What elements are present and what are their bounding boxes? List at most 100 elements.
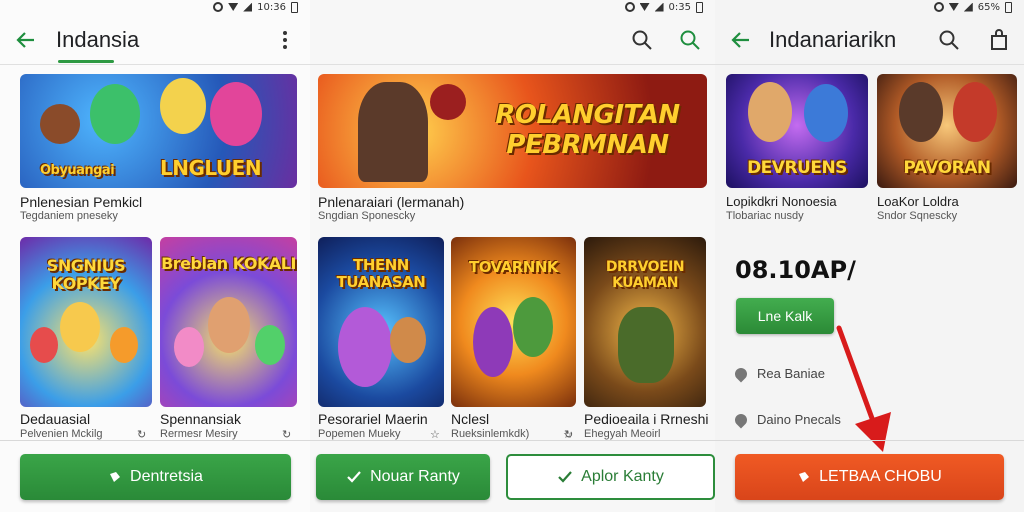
status-time: 0:35 bbox=[668, 1, 691, 13]
status-time: 10:36 bbox=[257, 1, 286, 13]
wifi-icon bbox=[228, 3, 239, 11]
panel-indansia: 10:36 Indansia Obyuangai LNGLUEN Pnlenes… bbox=[0, 0, 310, 512]
game-thumbnail: THENN TUANASAN bbox=[318, 237, 444, 407]
featured-game-card[interactable]: ROLANGITAN PEBRMNAN Pnlenaraiari (lerman… bbox=[318, 74, 707, 224]
status-bar: 65% bbox=[933, 0, 1012, 14]
game-subcaption: Ehegyah Meoirl bbox=[584, 428, 661, 440]
game-banner: Breblan KOKALI bbox=[161, 254, 296, 273]
app-bar: Indanariarikn bbox=[715, 16, 1024, 64]
app-bar: Indansia bbox=[0, 16, 310, 64]
game-card[interactable]: TOVARNNK Nclesl Rueksinlemkdk) ☆ bbox=[451, 237, 576, 442]
game-banner: DRRVOEIN KUAMAN bbox=[605, 259, 685, 291]
wifi-icon bbox=[639, 3, 650, 11]
battery-icon bbox=[1005, 1, 1012, 13]
divider bbox=[310, 64, 715, 65]
shopping-bag-icon[interactable] bbox=[986, 27, 1012, 53]
aplor-kanty-button[interactable]: Aplor Kanty bbox=[506, 454, 715, 500]
check-icon bbox=[558, 471, 572, 483]
game-caption: Spennansiak bbox=[160, 411, 241, 427]
page-title: Indansia bbox=[56, 27, 140, 52]
game-card[interactable]: DRRVOEIN KUAMAN Pedioeaila i Rrneshi Ehe… bbox=[584, 237, 709, 442]
divider bbox=[0, 440, 310, 441]
check-icon bbox=[347, 471, 361, 483]
tab-indicator bbox=[58, 60, 114, 63]
signal-icon bbox=[963, 2, 973, 12]
game-caption: LoaKor Loldra bbox=[877, 194, 959, 209]
signal-icon bbox=[654, 2, 664, 12]
alarm-icon bbox=[213, 2, 224, 12]
game-banner: PAVORAN bbox=[903, 158, 991, 178]
game-subcaption: Rermesr Mesiry bbox=[160, 428, 238, 440]
letbaa-chobu-label: LETBAA CHOBU bbox=[819, 468, 942, 485]
panel-indanariarikn: 65% Indanariarikn DEVRUENS Lopikdkri Non… bbox=[715, 0, 1024, 512]
status-bar: 0:35 bbox=[624, 0, 703, 14]
app-bar bbox=[310, 16, 715, 64]
game-thumbnail: PAVORAN bbox=[877, 74, 1017, 188]
time-display: 08.10AP/ bbox=[735, 256, 856, 284]
back-arrow-icon[interactable] bbox=[14, 28, 38, 52]
aplor-kanty-label: Aplor Kanty bbox=[581, 468, 664, 485]
dentretsia-button-label: Dentretsia bbox=[130, 468, 203, 485]
game-thumbnail: DRRVOEIN KUAMAN bbox=[584, 237, 706, 407]
featured-banner: LNGLUEN bbox=[160, 156, 262, 180]
battery-icon bbox=[291, 1, 298, 13]
search-icon[interactable] bbox=[677, 27, 703, 53]
featured-caption: Pnlenaraiari (lermanah) bbox=[318, 194, 465, 210]
game-caption: Pesorariel Maerin bbox=[318, 411, 428, 427]
game-thumbnail: TOVARNNK bbox=[451, 237, 576, 407]
featured-sub-banner: Obyuangai bbox=[40, 163, 115, 178]
featured-subcaption: Sngdian Sponescky bbox=[318, 210, 416, 222]
location-icon bbox=[732, 365, 750, 382]
featured-subcaption: Tegdaniem pneseky bbox=[20, 210, 118, 222]
game-card[interactable]: DEVRUENS Lopikdkri Nonoesia Tlobariac nu… bbox=[726, 74, 868, 224]
nouar-ranty-button[interactable]: Nouar Ranty bbox=[316, 454, 490, 500]
more-vert-icon[interactable] bbox=[272, 27, 298, 53]
featured-thumbnail: Obyuangai LNGLUEN bbox=[20, 74, 297, 188]
game-caption: Nclesl bbox=[451, 411, 490, 427]
divider bbox=[715, 440, 1024, 441]
game-thumbnail: SNGNIUS KOPKEY bbox=[20, 237, 152, 407]
signal-icon bbox=[243, 2, 253, 12]
game-subcaption: Pelvenien Mckilg bbox=[20, 428, 103, 440]
game-caption: Lopikdkri Nonoesia bbox=[726, 194, 837, 209]
lne-kalk-button[interactable]: Lne Kalk bbox=[736, 298, 834, 334]
game-subcaption: Rueksinlemkdk) bbox=[451, 428, 530, 440]
featured-thumbnail: ROLANGITAN PEBRMNAN bbox=[318, 74, 707, 188]
game-banner: SNGNIUS KOPKEY bbox=[46, 256, 126, 293]
game-card[interactable]: Breblan KOKALI Spennansiak Rermesr Mesir… bbox=[160, 237, 297, 442]
game-card[interactable]: THENN TUANASAN Pesorariel Maerin Popemen… bbox=[318, 237, 444, 442]
page-title: Indanariarikn bbox=[769, 27, 897, 52]
panel-featured: 0:35 ROLANGITAN PEBRMNAN Pnlenaraiari (l… bbox=[310, 0, 715, 512]
featured-banner: ROLANGITAN PEBRMNAN bbox=[495, 100, 680, 160]
status-bar: 10:36 bbox=[213, 0, 298, 14]
game-card[interactable]: SNGNIUS KOPKEY Dedauasial Pelvenien Mcki… bbox=[20, 237, 152, 442]
location-icon bbox=[732, 411, 750, 428]
search-icon[interactable] bbox=[629, 27, 655, 53]
game-caption: Pedioeaila i Rrneshi bbox=[584, 411, 709, 427]
search-icon[interactable] bbox=[936, 27, 962, 53]
divider bbox=[310, 440, 715, 441]
game-subcaption: Popemen Mueky bbox=[318, 428, 401, 440]
game-card[interactable]: PAVORAN LoaKor Loldra Sndor Sqnescky bbox=[877, 74, 1017, 224]
game-banner: DEVRUENS bbox=[747, 158, 847, 178]
game-subcaption: Sndor Sqnescky bbox=[877, 210, 958, 222]
info-label: Rea Baniae bbox=[757, 366, 825, 381]
featured-game-card[interactable]: Obyuangai LNGLUEN Pnlenesian Pemkicl Teg… bbox=[20, 74, 297, 224]
divider bbox=[0, 64, 310, 65]
pointer-arrow-icon bbox=[836, 325, 891, 452]
game-banner: TOVARNNK bbox=[468, 258, 559, 276]
letbaa-chobu-button[interactable]: LETBAA CHOBU bbox=[735, 454, 1004, 500]
info-row: Rea Baniae bbox=[732, 365, 825, 382]
nouar-ranty-label: Nouar Ranty bbox=[370, 468, 460, 485]
game-banner: THENN TUANASAN bbox=[336, 256, 426, 291]
game-caption: Dedauasial bbox=[20, 411, 91, 427]
battery-icon bbox=[696, 1, 703, 13]
back-arrow-icon[interactable] bbox=[729, 28, 753, 52]
game-thumbnail: Breblan KOKALI bbox=[160, 237, 297, 407]
ticket-icon bbox=[110, 472, 121, 482]
alarm-icon bbox=[933, 2, 944, 12]
featured-caption: Pnlenesian Pemkicl bbox=[20, 194, 143, 210]
dentretsia-button[interactable]: Dentretsia bbox=[20, 454, 291, 500]
game-subcaption: Tlobariac nusdy bbox=[726, 210, 804, 222]
wifi-icon bbox=[948, 3, 959, 11]
